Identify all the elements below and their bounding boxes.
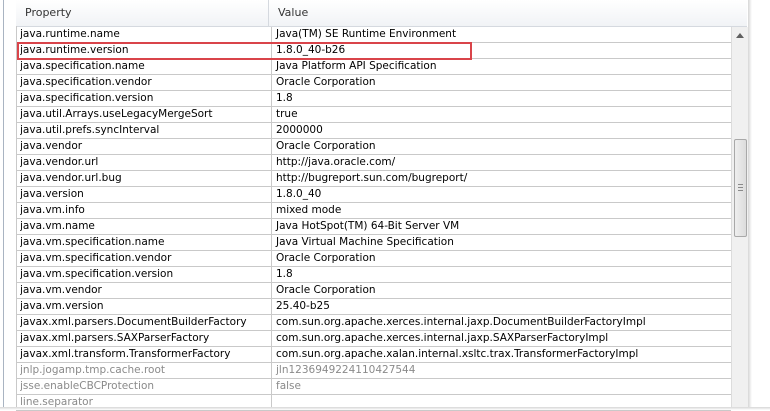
table-row[interactable]: java.vm.vendor Oracle Corporation [16,283,731,299]
table-body: java.runtime.name Java(TM) SE Runtime Env… [16,27,731,411]
table-row[interactable]: java.vm.version 25.40-b25 [16,299,731,315]
value-cell: mixed mode [271,203,736,218]
value-cell: Oracle Corporation [271,139,736,154]
property-cell: java.vendor.url [20,156,99,168]
table-row[interactable]: java.vm.info mixed mode [16,203,731,219]
table-row[interactable]: java.specification.vendor Oracle Corporat… [16,75,731,91]
column-header-value[interactable]: Value [269,0,747,26]
table-row[interactable]: java.runtime.name Java(TM) SE Runtime Env… [16,27,731,43]
value-cell: jln1236949224110427544 [271,363,736,378]
table-row[interactable]: java.vendor.url.bug http://bugreport.sun.… [16,171,731,187]
value-cell: Java Platform API Specification [271,59,736,74]
table-row[interactable]: java.vm.name Java HotSpot(TM) 64-Bit Serv… [16,219,731,235]
value-cell: 25.40-b25 [271,299,736,314]
value-cell: 1.8 [271,267,736,282]
property-cell: java.vm.specification.version [20,268,174,280]
value-cell: 1.8.0_40 [271,187,736,202]
table-row[interactable]: java.util.Arrays.useLegacyMergeSort true [16,107,731,123]
property-cell: java.runtime.version [20,44,129,56]
thumb-grip-line [738,190,743,191]
value-cell: 1.8 [271,91,736,106]
property-cell: jsse.enableCBCProtection [20,380,155,392]
column-header-property[interactable]: Property [16,0,269,26]
property-cell: java.specification.version [20,92,154,104]
value-cell: Oracle Corporation [271,251,736,266]
value-cell: Java Virtual Machine Specification [271,235,736,250]
value-cell: Oracle Corporation [271,283,736,298]
property-cell: jnlp.jogamp.tmp.cache.root [20,364,165,376]
property-cell: java.vm.info [20,204,85,216]
value-cell: Java HotSpot(TM) 64-Bit Server VM [271,219,736,234]
table-row[interactable]: java.vendor.url http://java.oracle.com/ [16,155,731,171]
property-cell: java.vendor [20,140,83,152]
value-cell: com.sun.org.apache.xalan.internal.xsltc.… [271,347,736,362]
table-row[interactable]: java.specification.version 1.8 [16,91,731,107]
table-row[interactable]: java.runtime.version 1.8.0_40-b26 [16,43,731,59]
value-cell: http://java.oracle.com/ [271,155,736,170]
property-cell: java.vm.specification.name [20,236,165,248]
table-row[interactable]: javax.xml.parsers.SAXParserFactory com.su… [16,331,731,347]
table-header: Property Value [16,0,747,27]
value-cell: 1.8.0_40-b26 [271,43,736,58]
value-cell: Oracle Corporation [271,75,736,90]
value-cell: false [271,379,736,394]
property-cell: java.vendor.url.bug [20,172,122,184]
table-row[interactable]: jsse.enableCBCProtection false [16,379,731,395]
table-row[interactable]: java.version 1.8.0_40 [16,187,731,203]
property-cell: javax.xml.parsers.DocumentBuilderFactory [20,316,247,328]
property-cell: java.vm.version [20,300,104,312]
table-row[interactable]: java.util.prefs.syncInterval 2000000 [16,123,731,139]
property-cell: java.util.prefs.syncInterval [20,124,160,136]
property-cell: java.version [20,188,84,200]
value-cell: 2000000 [271,123,736,138]
table-row[interactable]: java.vendor Oracle Corporation [16,139,731,155]
property-cell: javax.xml.parsers.SAXParserFactory [20,332,210,344]
vertical-scrollbar[interactable] [731,27,748,407]
property-cell: java.vm.vendor [20,284,102,296]
thumb-grip-line [738,184,743,185]
table-row[interactable]: jnlp.jogamp.tmp.cache.root jln12369492241… [16,363,731,379]
table-row[interactable]: java.specification.name Java Platform API… [16,59,731,75]
value-cell: com.sun.org.apache.xerces.internal.jaxp.… [271,315,736,330]
scrollbar-thumb[interactable] [734,139,747,237]
value-cell: Java(TM) SE Runtime Environment [271,27,736,42]
value-cell: http://bugreport.sun.com/bugreport/ [271,171,736,186]
table-row[interactable]: java.vm.specification.vendor Oracle Corpo… [16,251,731,267]
property-cell: java.vm.name [20,220,95,232]
property-cell: java.specification.vendor [20,76,152,88]
value-cell: true [271,107,736,122]
property-cell: java.runtime.name [20,28,120,40]
property-cell: javax.xml.transform.TransformerFactory [20,348,231,360]
table-row[interactable]: java.vm.specification.version 1.8 [16,267,731,283]
table-row[interactable]: javax.xml.parsers.DocumentBuilderFactory… [16,315,731,331]
scroll-up-arrow-icon[interactable] [736,33,744,38]
window-shadow-right [748,0,752,410]
property-cell: java.specification.name [20,60,145,72]
property-cell: java.vm.specification.vendor [20,252,172,264]
property-cell: java.util.Arrays.useLegacyMergeSort [20,108,213,120]
table-row[interactable]: javax.xml.transform.TransformerFactory co… [16,347,731,363]
value-cell: com.sun.org.apache.xerces.internal.jaxp.… [271,331,736,346]
thumb-grip-line [738,187,743,188]
table-row[interactable]: java.vm.specification.name Java Virtual M… [16,235,731,251]
